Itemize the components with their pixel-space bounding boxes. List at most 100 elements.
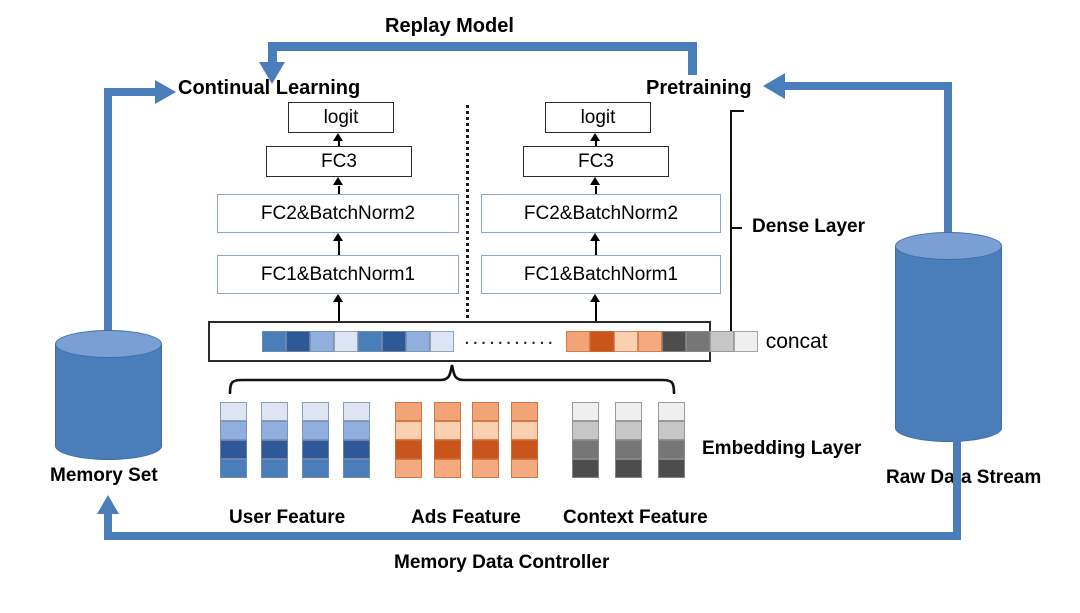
concat-blue-strip	[262, 331, 454, 352]
feature-cell	[572, 440, 599, 459]
ads-feature-column	[472, 402, 499, 478]
cl-fc3-box: FC3	[266, 146, 412, 177]
pt-arrow-fc2-to-fc3-head-icon	[590, 177, 600, 185]
continual-learning-label: Continual Learning	[178, 77, 361, 99]
feature-cell	[395, 440, 422, 459]
ads-feature-column	[511, 402, 538, 478]
controller-right-riser	[953, 440, 961, 540]
feature-cell	[472, 459, 499, 478]
feature-cell	[511, 402, 538, 421]
pt-fc2-box: FC2&BatchNorm2	[481, 194, 721, 233]
cl-arrow-concat-to-fc1-head-icon	[333, 294, 343, 302]
feature-cell	[395, 459, 422, 478]
stack-divider	[466, 105, 469, 318]
cl-arrow-fc1-to-fc2-head-icon	[333, 233, 343, 241]
memory-set-cylinder	[55, 330, 162, 460]
memoryset-to-cl-head-icon	[155, 80, 176, 104]
user-feature-label: User Feature	[229, 507, 346, 528]
diagram-canvas: Replay Model Continual Learning Pretrain…	[0, 0, 1080, 613]
context-feature-column	[572, 402, 599, 478]
concat-cell	[406, 331, 430, 352]
concat-orange-gray-strip	[565, 331, 758, 352]
feature-cell	[572, 402, 599, 421]
feature-cell	[434, 440, 461, 459]
pt-fc3-box: FC3	[523, 146, 669, 177]
feature-cell	[261, 402, 288, 421]
feature-cell	[434, 459, 461, 478]
raw-data-stream-label: Raw Data Stream	[886, 467, 1042, 488]
feature-cell	[615, 421, 642, 440]
ads-feature-label: Ads Feature	[411, 507, 521, 528]
memoryset-to-cl-riser	[104, 88, 112, 340]
cl-arrow-fc3-to-logit-head-icon	[333, 133, 343, 141]
concat-cell	[661, 331, 686, 352]
cl-fc3-label: FC3	[321, 151, 357, 172]
controller-arrow-head-icon	[97, 495, 119, 514]
concat-label: concat	[765, 329, 828, 353]
feature-cell	[302, 459, 329, 478]
concat-cell	[382, 331, 406, 352]
ads-feature-column	[434, 402, 461, 478]
cl-fc1-label: FC1&BatchNorm1	[260, 264, 416, 285]
feature-cell	[511, 459, 538, 478]
concat-cell	[358, 331, 382, 352]
feature-cell	[343, 402, 370, 421]
concat-cell	[334, 331, 358, 352]
concat-cell	[613, 331, 638, 352]
feature-cell	[261, 440, 288, 459]
pt-arrow-fc1-to-fc2-head-icon	[590, 233, 600, 241]
embedding-curly-brace	[228, 364, 676, 394]
cl-fc1-box: FC1&BatchNorm1	[217, 255, 459, 294]
concat-cell	[310, 331, 334, 352]
concat-cell	[589, 331, 614, 352]
raw-data-stream-cylinder	[895, 232, 1002, 442]
concat-cell	[430, 331, 454, 352]
pretraining-label: Pretraining	[646, 77, 752, 99]
pt-logit-label: logit	[580, 107, 616, 128]
user-feature-column	[261, 402, 288, 478]
user-feature-column	[302, 402, 329, 478]
concat-cell	[565, 331, 590, 352]
cl-arrow-fc2-to-fc3-head-icon	[333, 177, 343, 185]
user-feature-column	[343, 402, 370, 478]
memoryset-to-cl-horizontal	[104, 88, 159, 96]
concat-cell	[709, 331, 734, 352]
feature-cell	[220, 440, 247, 459]
feature-cell	[472, 421, 499, 440]
feature-cell	[343, 459, 370, 478]
memory-data-controller-label: Memory Data Controller	[394, 552, 610, 573]
context-feature-column	[615, 402, 642, 478]
feature-cell	[658, 421, 685, 440]
pt-fc1-label: FC1&BatchNorm1	[523, 264, 679, 285]
cl-arrow-concat-to-fc1	[338, 302, 340, 322]
concat-cell	[262, 331, 286, 352]
feature-cell	[615, 440, 642, 459]
feature-cell	[220, 402, 247, 421]
feature-cell	[395, 402, 422, 421]
feature-cell	[658, 440, 685, 459]
feature-cell	[511, 421, 538, 440]
concat-cell	[286, 331, 310, 352]
feature-cell	[434, 402, 461, 421]
context-feature-column	[658, 402, 685, 478]
cl-fc2-label: FC2&BatchNorm2	[260, 203, 416, 224]
feature-cell	[472, 402, 499, 421]
feature-cell	[615, 459, 642, 478]
feature-cell	[572, 459, 599, 478]
concat-cell	[637, 331, 662, 352]
pt-logit-box: logit	[545, 102, 651, 133]
feature-cell	[472, 440, 499, 459]
replay-model-label: Replay Model	[385, 15, 514, 37]
rawdata-to-pretrain-horizontal	[785, 82, 952, 90]
feature-cell	[615, 402, 642, 421]
pt-fc2-label: FC2&BatchNorm2	[523, 203, 679, 224]
pt-fc3-label: FC3	[578, 151, 614, 172]
replay-arrow-horizontal	[268, 42, 697, 51]
user-feature-column	[220, 402, 247, 478]
feature-cell	[343, 421, 370, 440]
feature-cell	[302, 402, 329, 421]
feature-cell	[343, 440, 370, 459]
feature-cell	[658, 402, 685, 421]
feature-cell	[658, 459, 685, 478]
concat-box: ........... concat	[208, 321, 828, 362]
